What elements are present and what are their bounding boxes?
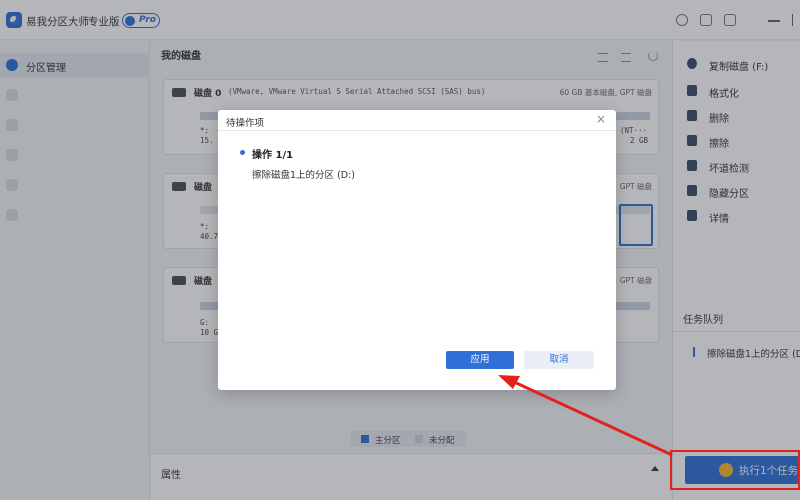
divider	[218, 130, 616, 131]
highlight-box	[670, 450, 800, 490]
cancel-button[interactable]: 取消	[524, 351, 594, 369]
apply-button[interactable]: 应用	[446, 351, 514, 369]
pending-operations-dialog: 待操作项 × 操作 1/1 擦除磁盘1上的分区 (D:) 应用 取消	[218, 110, 616, 390]
operation-description: 擦除磁盘1上的分区 (D:)	[252, 170, 355, 181]
dialog-title: 待操作项	[226, 118, 265, 129]
close-icon[interactable]: ×	[595, 113, 607, 125]
bullet-icon	[240, 150, 245, 155]
operation-title: 操作 1/1	[252, 150, 294, 161]
